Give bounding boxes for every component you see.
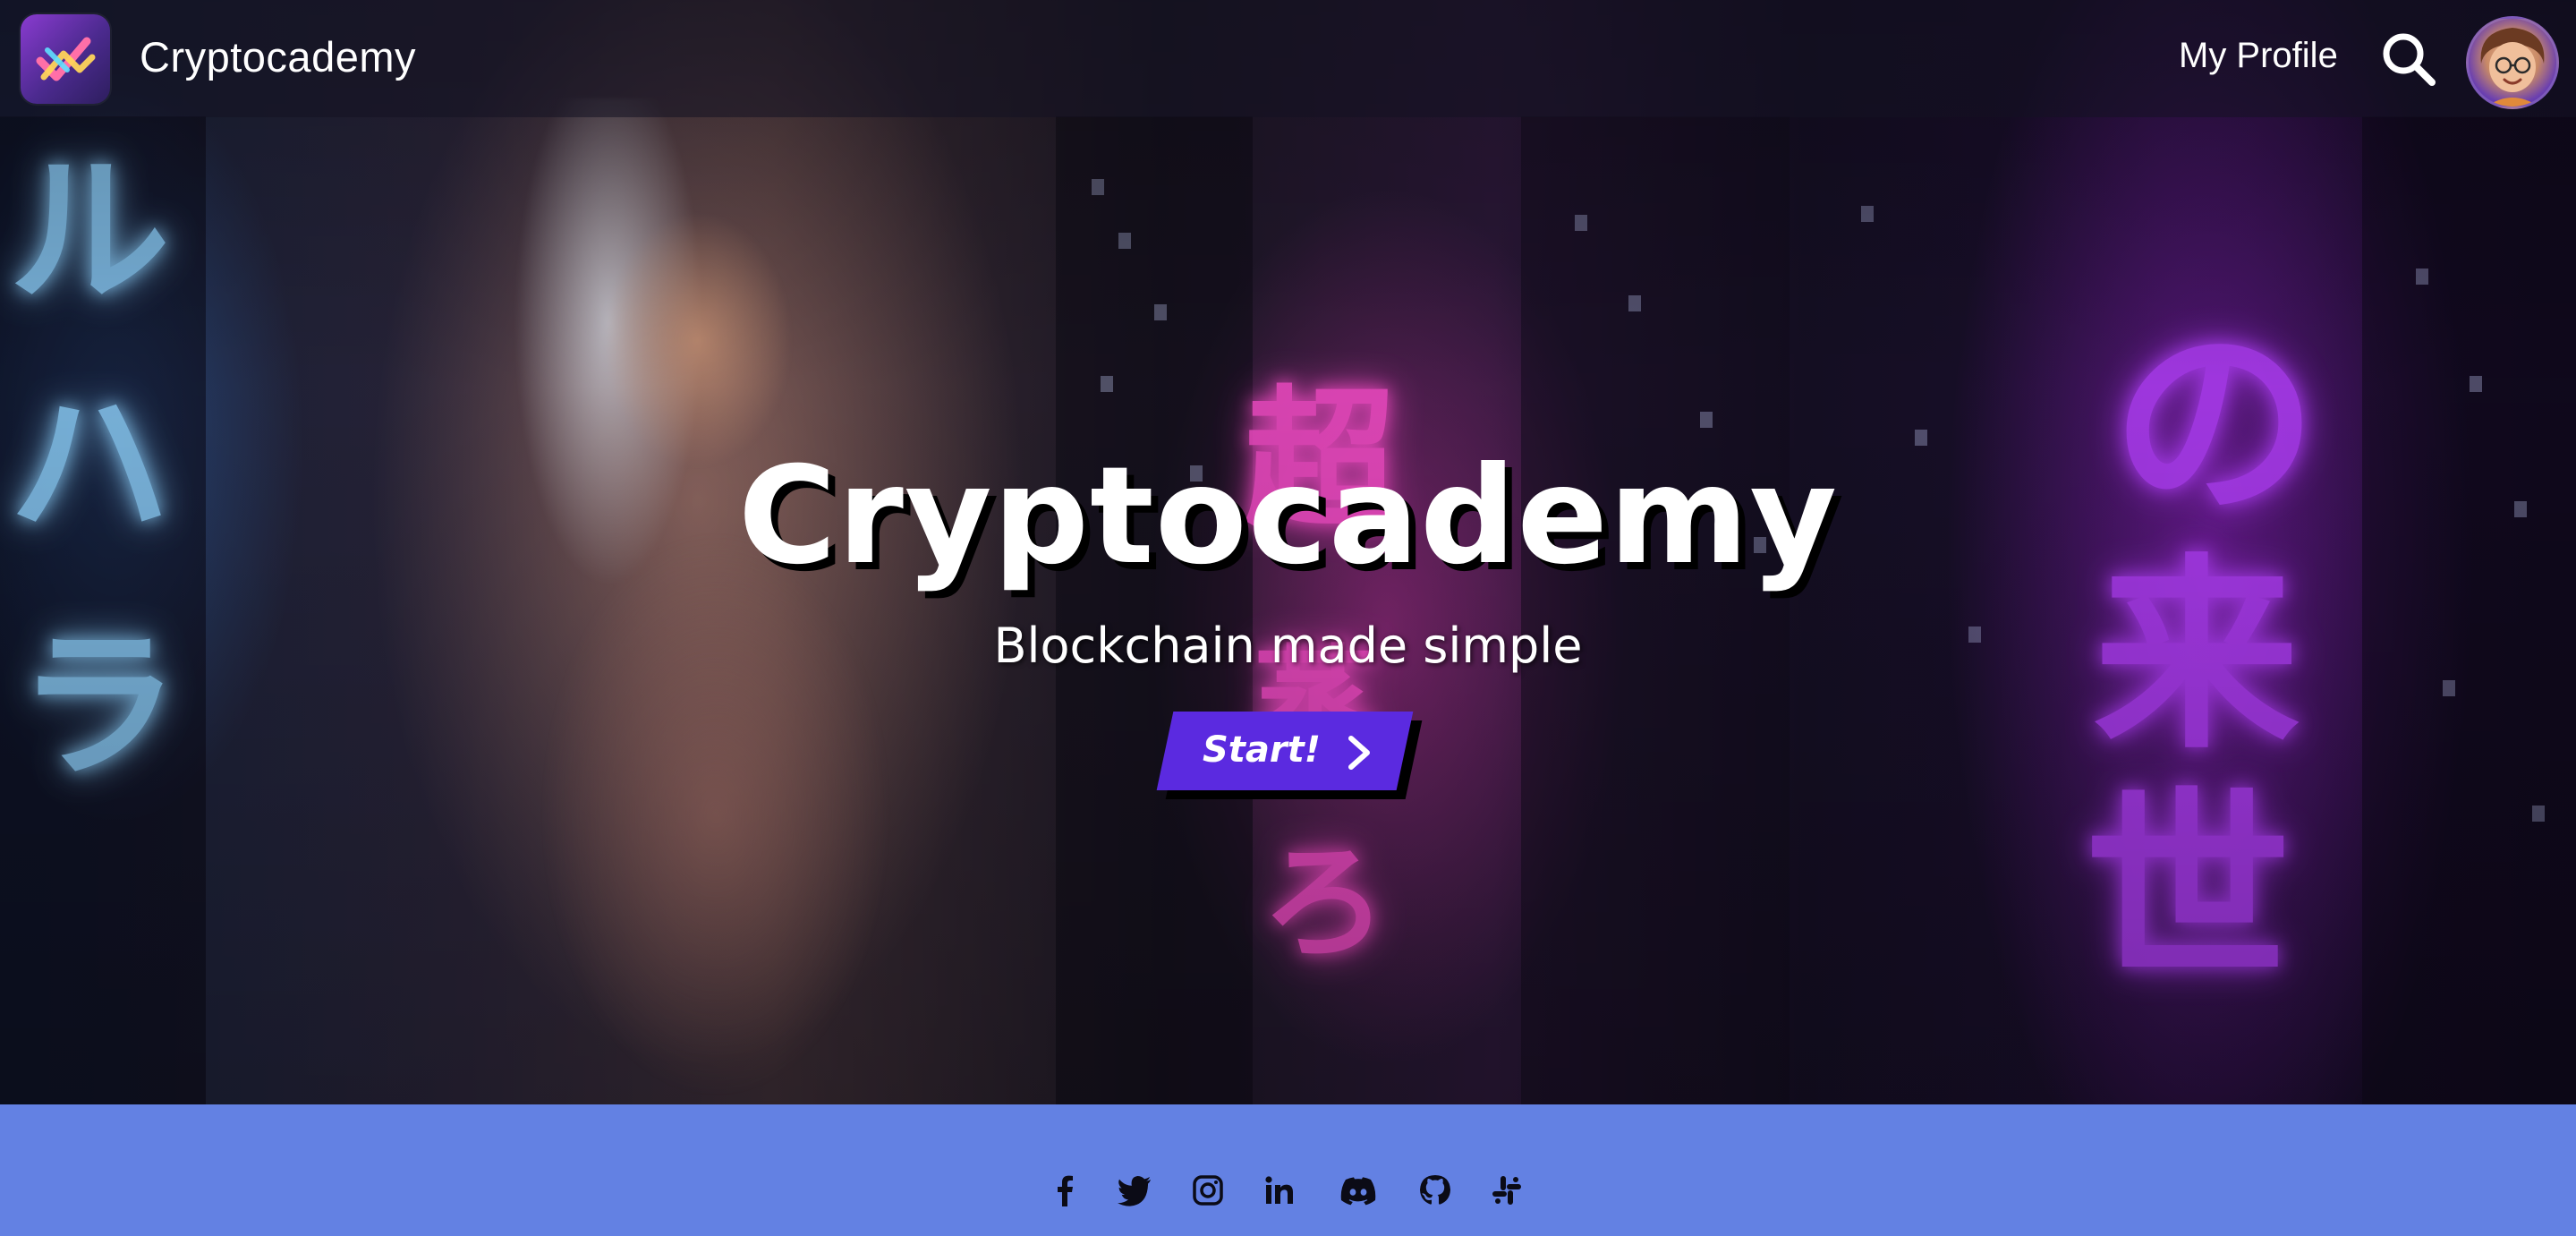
logo-icon (36, 37, 96, 81)
github-icon[interactable] (1417, 1172, 1453, 1208)
slack-glyph (1492, 1176, 1521, 1205)
brand-name[interactable]: Cryptocademy (140, 32, 416, 81)
twitter-glyph (1118, 1176, 1151, 1206)
page: ル ハ ラ 超 蒸 ろ の 来 世 Cryptocademy My Profil… (0, 0, 2576, 1236)
start-button[interactable]: Start! (1156, 712, 1423, 799)
slack-icon[interactable] (1489, 1172, 1525, 1208)
instagram-icon[interactable] (1190, 1172, 1226, 1208)
instagram-glyph (1193, 1175, 1223, 1206)
my-profile-link[interactable]: My Profile (2179, 36, 2338, 76)
twitter-icon[interactable] (1117, 1172, 1152, 1208)
github-glyph (1420, 1175, 1450, 1205)
linkedin-glyph (1265, 1176, 1293, 1204)
linkedin-icon[interactable] (1262, 1172, 1297, 1208)
hero-title: Cryptocademy (737, 439, 1839, 594)
footer (0, 1104, 2576, 1236)
search-button[interactable] (2380, 30, 2437, 88)
hero-subtitle: Blockchain made simple (993, 618, 1583, 674)
discord-icon[interactable] (1339, 1172, 1378, 1208)
discord-glyph (1340, 1177, 1376, 1206)
start-button-label: Start! (1203, 729, 1322, 771)
facebook-glyph (1058, 1175, 1073, 1206)
cryptocademy-logo[interactable] (21, 14, 110, 104)
avatar-image (2480, 28, 2545, 107)
search-icon (2383, 33, 2436, 86)
user-avatar[interactable] (2466, 16, 2559, 109)
top-navbar: Cryptocademy My Profile (0, 0, 2576, 117)
chevron-right-icon (1348, 736, 1370, 770)
facebook-icon[interactable] (1047, 1172, 1083, 1208)
